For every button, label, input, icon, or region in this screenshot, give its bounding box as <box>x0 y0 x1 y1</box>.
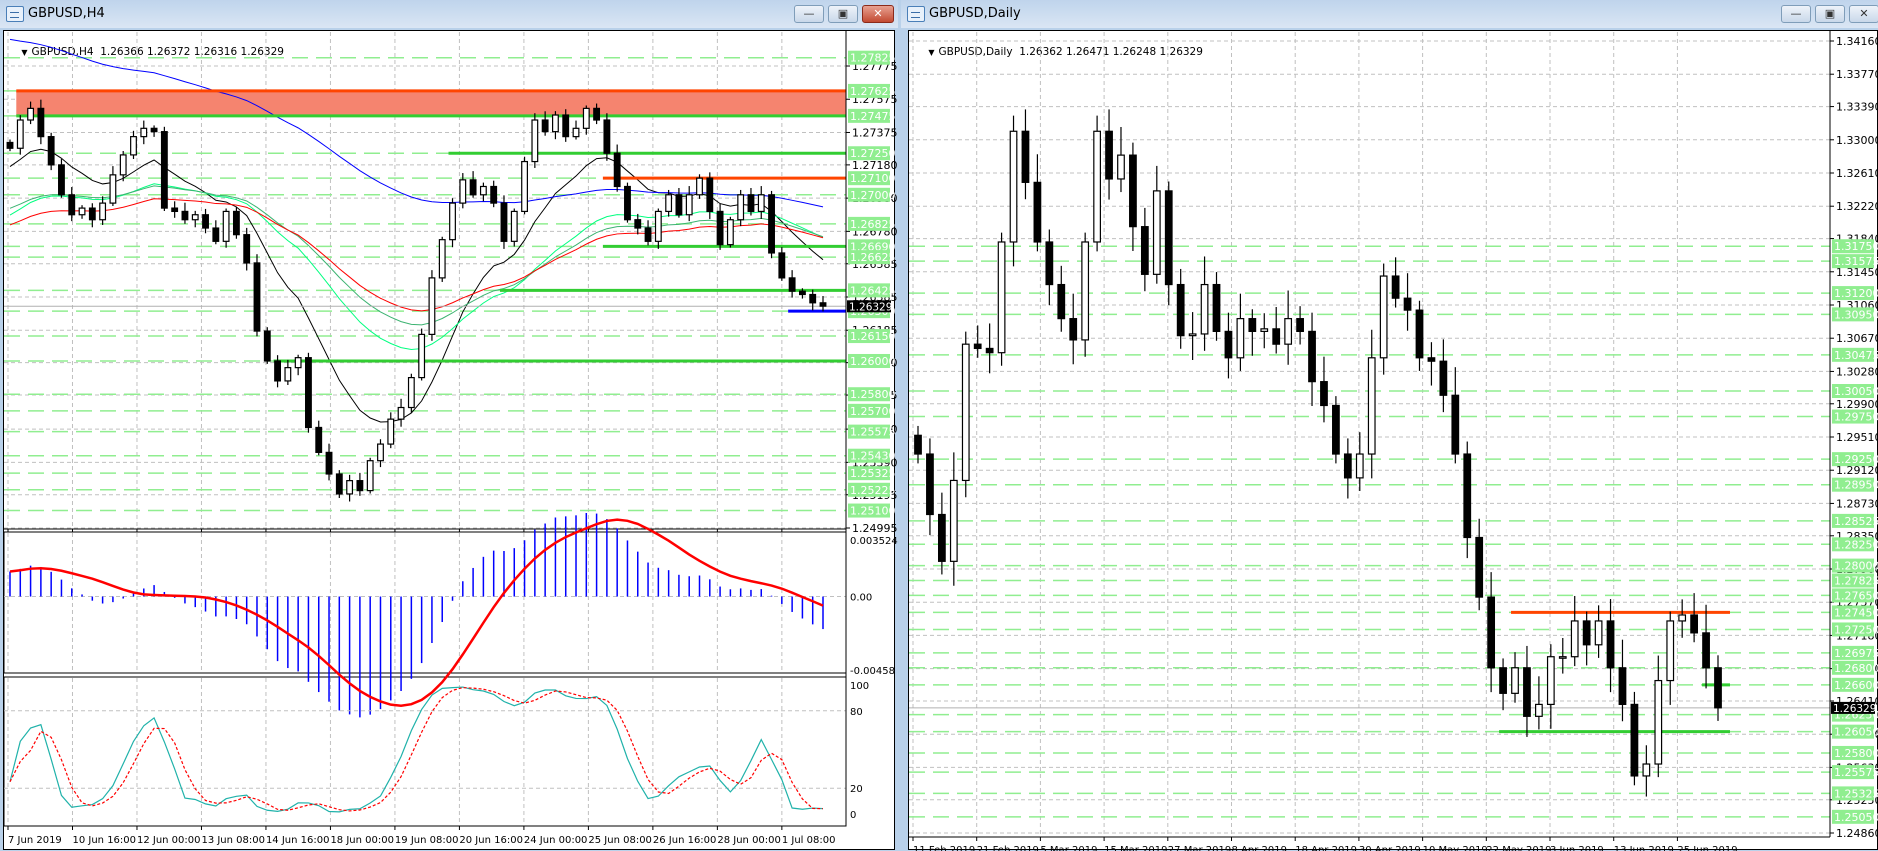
chart-header: ▼ GBPUSD,H4 1.26366 1.26372 1.26316 1.263… <box>8 34 284 70</box>
chart-header: ▼ GBPUSD,Daily 1.26362 1.26471 1.26248 1.… <box>915 34 1203 70</box>
chart-window-icon <box>6 6 24 22</box>
symbol-label: GBPUSD,H4 <box>31 46 94 58</box>
close-button[interactable]: ✕ <box>1849 5 1878 23</box>
title-bar[interactable]: GBPUSD,H4 — ▣ ✕ <box>0 0 898 28</box>
macd-label: MACD(12,26,9) -0.001425 -0.000761 <box>10 536 205 548</box>
close-button[interactable]: ✕ <box>862 5 894 23</box>
daily-chart-window: GBPUSD,Daily — ▣ ✕ ▼ GBPUSD,Daily 1.26362… <box>901 0 1878 851</box>
window-title: GBPUSD,H4 <box>28 6 105 21</box>
minimize-button[interactable]: — <box>794 5 824 23</box>
daily-chart-area[interactable] <box>908 30 1878 850</box>
chart-window-icon <box>907 6 925 22</box>
minimize-button[interactable]: — <box>1781 5 1811 23</box>
ohlc-values: 1.26366 1.26372 1.26316 1.26329 <box>100 46 284 58</box>
collapse-triangle-icon[interactable]: ▼ <box>928 48 934 57</box>
ohlc-values: 1.26362 1.26471 1.26248 1.26329 <box>1019 46 1203 58</box>
title-bar[interactable]: GBPUSD,Daily — ▣ ✕ <box>901 0 1878 28</box>
window-title: GBPUSD,Daily <box>929 6 1021 21</box>
restore-button[interactable]: ▣ <box>828 5 858 23</box>
symbol-label: GBPUSD,Daily <box>938 46 1013 58</box>
h4-chart-area[interactable] <box>3 30 895 850</box>
stoch-label: Stoch(13,3,3) 9.8970 8.5506 <box>10 681 162 693</box>
restore-button[interactable]: ▣ <box>1815 5 1845 23</box>
collapse-triangle-icon[interactable]: ▼ <box>21 48 27 57</box>
h4-chart-window: GBPUSD,H4 — ▣ ✕ ▼ GBPUSD,H4 1.26366 1.263… <box>0 0 898 851</box>
